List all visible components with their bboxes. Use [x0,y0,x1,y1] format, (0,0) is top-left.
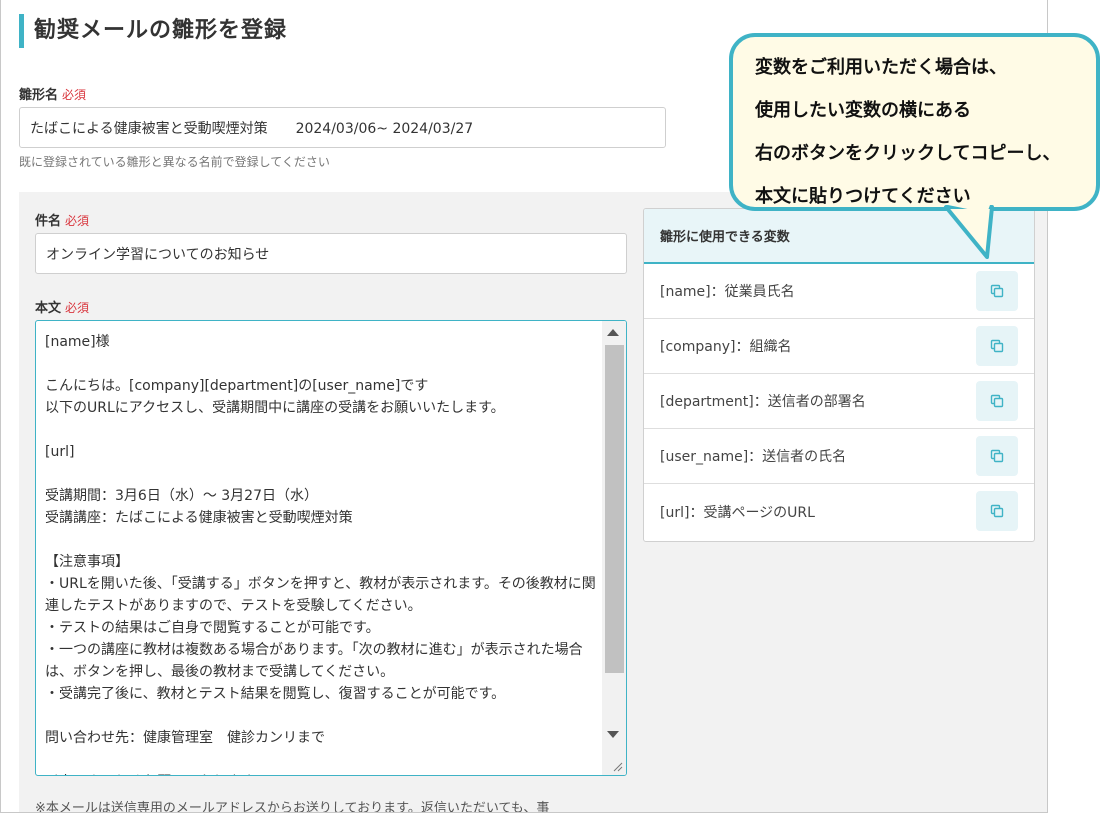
required-badge: 必須 [65,214,90,228]
resize-grip-icon[interactable] [611,760,623,772]
subject-label: 件名 必須 [35,210,89,229]
template-name-input[interactable]: たばこによる健康被害と受動喫煙対策 2024/03/06~ 2024/03/27 [19,107,666,148]
body-textarea[interactable]: [name]様 こんにちは。[company][department]の[use… [35,320,627,776]
page-title: 勧奨メールの雛形を登録 [34,18,288,43]
variable-label: [company]：組織名 [660,339,792,355]
instruction-callout: 変数をご利用いただく場合は、 使用したい変数の横にある 右のボタンをクリックして… [729,33,1100,211]
scroll-up-icon[interactable] [607,329,619,336]
scroll-thumb[interactable] [605,345,624,673]
variable-label: [url]：受講ページのURL [660,504,815,521]
title-bar: 勧奨メールの雛形を登録 [19,14,287,48]
variable-label: [user_name]：送信者の氏名 [660,449,847,465]
copy-button[interactable] [976,326,1018,366]
template-name-label-text: 雛形名 [19,88,59,103]
copy-icon [990,284,1004,298]
copy-button[interactable] [976,381,1018,421]
callout-tail [944,205,994,259]
scroll-down-icon[interactable] [607,731,619,738]
subject-label-text: 件名 [35,214,62,229]
body-label-text: 本文 [35,301,62,316]
template-name-label: 雛形名 必須 [19,84,86,103]
copy-icon [990,339,1004,353]
copy-icon [990,394,1004,408]
variable-row-url: [url]：受講ページのURL [644,484,1034,539]
variable-row-user-name: [user_name]：送信者の氏名 [644,429,1034,484]
callout-text: 変数をご利用いただく場合は、 使用したい変数の横にある 右のボタンをクリックして… [755,57,1061,207]
copy-icon [990,449,1004,463]
variable-label: [department]：送信者の部署名 [660,394,866,410]
variable-row-company: [company]：組織名 [644,319,1034,374]
required-badge: 必須 [62,88,87,102]
variable-row-department: [department]：送信者の部署名 [644,374,1034,429]
required-badge: 必須 [65,301,90,315]
copy-button[interactable] [976,271,1018,311]
body-scrollbar[interactable] [602,321,626,775]
footer-note: ※本メールは送信専用のメールアドレスからお送りしております。返信いただいても、事 [35,801,550,813]
copy-icon [990,504,1004,518]
variable-row-name: [name]：従業員氏名 [644,264,1034,319]
body-label: 本文 必須 [35,297,89,316]
variable-label: [name]：従業員氏名 [660,284,795,300]
copy-button[interactable] [976,436,1018,476]
body-text[interactable]: [name]様 こんにちは。[company][department]の[use… [45,331,601,775]
template-name-hint: 既に登録されている雛形と異なる名前で登録してください [19,155,330,169]
subject-input[interactable]: オンライン学習についてのお知らせ [35,233,627,274]
copy-button[interactable] [976,491,1018,531]
